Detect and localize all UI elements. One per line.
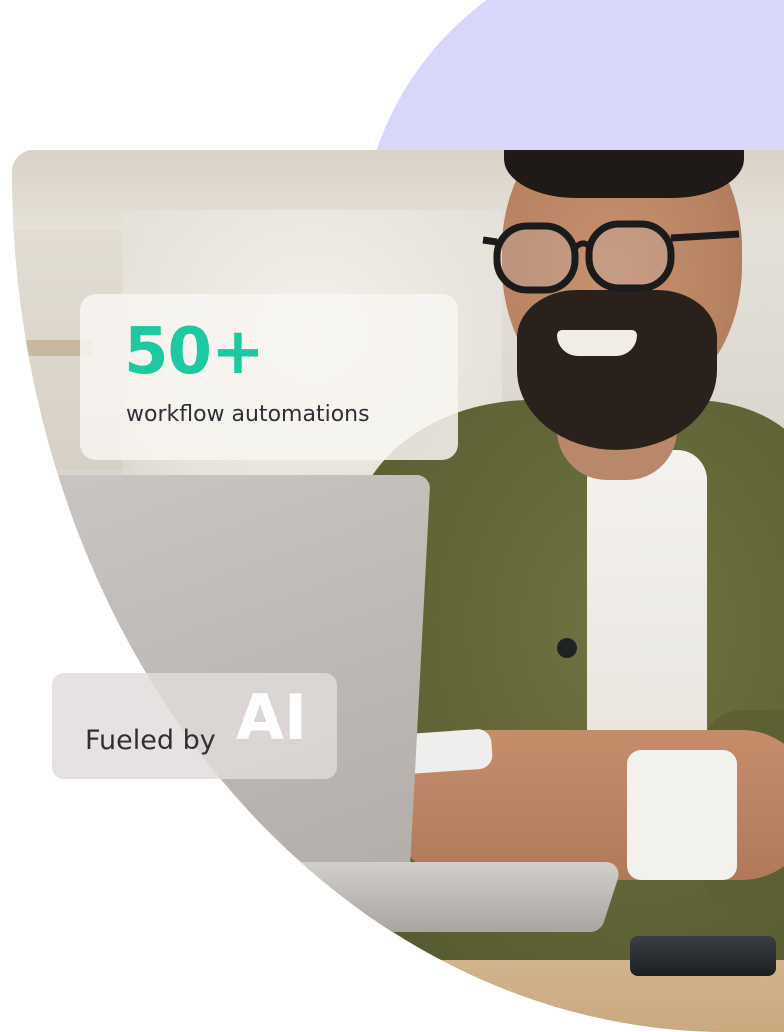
ai-badge-highlight: AI — [236, 681, 308, 754]
person-hair — [504, 150, 744, 198]
person-smile — [557, 330, 637, 356]
hero-photo — [12, 150, 784, 1032]
stat-label: workflow automations — [126, 402, 370, 427]
person-cuff-right — [627, 750, 737, 880]
laptop-base — [80, 862, 624, 932]
smartphone — [630, 936, 776, 976]
stat-value: 50+ — [124, 315, 265, 389]
ai-badge: Fueled by AI — [52, 673, 337, 779]
automation-stat-card: 50+ workflow automations — [80, 294, 458, 460]
person-tshirt — [587, 450, 707, 760]
hero-visual: 50+ workflow automations Fueled by AI — [0, 0, 784, 1032]
glasses-icon — [482, 220, 740, 294]
ai-badge-prefix: Fueled by — [85, 725, 216, 756]
person-beard — [517, 290, 717, 450]
shirt-button — [557, 638, 577, 658]
